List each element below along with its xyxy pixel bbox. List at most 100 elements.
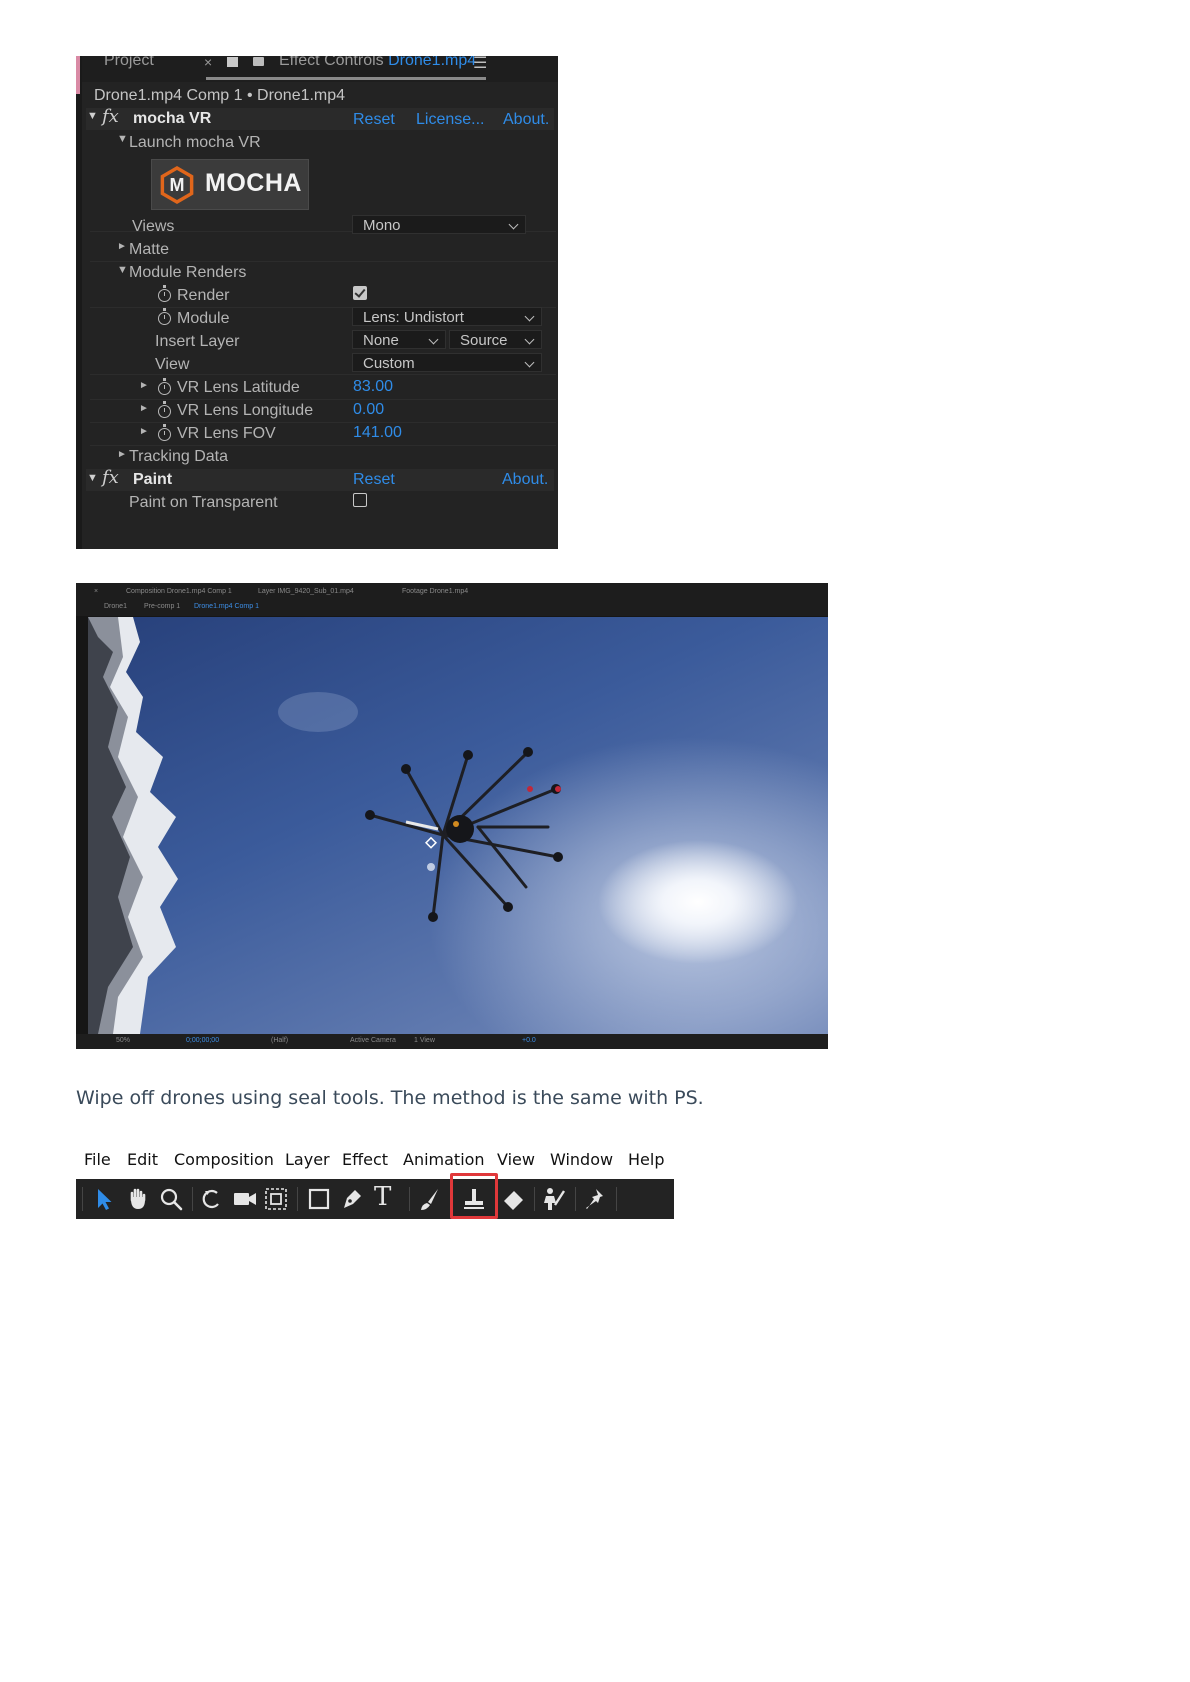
zoom-dropdown[interactable]: 50% <box>116 1037 130 1044</box>
module-label: Module <box>177 310 230 327</box>
panel-edge-marker <box>76 56 80 94</box>
camera-dropdown[interactable]: Active Camera <box>350 1037 396 1044</box>
stopwatch-icon[interactable] <box>158 401 171 418</box>
paint-reset-button[interactable]: Reset <box>353 471 395 489</box>
tab-effect-controls-layer: Drone1.mp4 <box>388 56 477 69</box>
view-label: View <box>155 356 190 373</box>
rotate-icon[interactable] <box>198 1185 226 1213</box>
vr-lens-fov-value[interactable]: 141.00 <box>353 424 402 442</box>
stopwatch-icon[interactable] <box>158 424 171 441</box>
render-label: Render <box>177 287 230 304</box>
clone-stamp-highlight <box>450 1173 498 1219</box>
brush-icon[interactable] <box>416 1185 444 1213</box>
vr-lens-latitude-label: VR Lens Latitude <box>177 379 300 396</box>
tab-composition[interactable]: Composition Drone1.mp4 Comp 1 <box>126 588 232 595</box>
views-dropdown[interactable]: Mono <box>352 215 526 234</box>
menu-composition[interactable]: Composition <box>174 1150 274 1169</box>
insert-layer-dropdown[interactable]: None <box>352 330 446 349</box>
eraser-icon[interactable] <box>500 1185 528 1213</box>
menu-edit[interactable]: Edit <box>127 1150 158 1169</box>
resolution-dropdown[interactable]: (Half) <box>271 1037 288 1044</box>
views-layout-dropdown[interactable]: 1 View <box>414 1037 435 1044</box>
mocha-logo-letter: M <box>169 175 185 195</box>
camera-icon[interactable] <box>231 1185 259 1213</box>
vr-lens-latitude-value[interactable]: 83.00 <box>353 378 393 396</box>
breadcrumb-precomp[interactable]: Pre-comp 1 <box>144 603 180 610</box>
menu-window[interactable]: Window <box>550 1150 613 1169</box>
effect-name-paint: Paint <box>133 471 173 488</box>
rectangle-icon[interactable] <box>305 1185 333 1213</box>
chevron-down-icon <box>524 357 535 368</box>
render-checkbox[interactable] <box>353 286 367 300</box>
vr-lens-longitude-label: VR Lens Longitude <box>177 402 314 419</box>
drone-footage-image <box>88 617 828 1034</box>
lock-icon[interactable] <box>227 57 238 67</box>
menu-view[interactable]: View <box>497 1150 535 1169</box>
module-dropdown[interactable]: Lens: Undistort <box>352 307 542 326</box>
launch-mocha-button[interactable]: M MOCHA <box>151 159 309 210</box>
breadcrumb-drone1[interactable]: Drone1 <box>104 603 127 610</box>
menu-file[interactable]: File <box>84 1150 111 1169</box>
module-renders-label: Module Renders <box>129 264 247 281</box>
chevron-down-icon <box>524 334 535 345</box>
close-icon[interactable]: × <box>94 588 98 595</box>
expand-triangle-icon[interactable]: ► <box>117 449 127 460</box>
views-label: Views <box>132 218 175 235</box>
fx-icon[interactable]: fx <box>102 467 119 488</box>
fx-icon[interactable]: fx <box>102 106 119 127</box>
view-dropdown[interactable]: Custom <box>352 353 542 372</box>
composition-frame[interactable] <box>88 617 828 1034</box>
tab-footage[interactable]: Footage Drone1.mp4 <box>402 588 468 595</box>
menu-animation[interactable]: Animation <box>403 1150 485 1169</box>
insert-layer-label: Insert Layer <box>155 333 240 350</box>
hand-icon[interactable] <box>124 1185 152 1213</box>
collapse-triangle-icon[interactable]: ▼ <box>87 472 98 484</box>
menu-layer[interactable]: Layer <box>285 1150 330 1169</box>
expand-triangle-icon[interactable]: ► <box>117 241 127 252</box>
tools-toolbar: T <box>76 1173 674 1219</box>
about-button[interactable]: About. <box>503 111 549 129</box>
menu-help[interactable]: Help <box>628 1150 664 1169</box>
expand-triangle-icon[interactable]: ► <box>139 426 149 437</box>
breadcrumb-comp[interactable]: Drone1.mp4 Comp 1 <box>194 603 259 610</box>
composition-viewer: × Composition Drone1.mp4 Comp 1 Layer IM… <box>76 583 828 1049</box>
tab-effect-controls[interactable]: Effect Controls Drone1.mp4 <box>279 56 476 70</box>
roto-brush-icon[interactable] <box>540 1185 568 1213</box>
zoom-icon[interactable] <box>157 1185 185 1213</box>
collapse-triangle-icon[interactable]: ▼ <box>117 264 128 276</box>
tab-layer[interactable]: Layer IMG_9420_Sub_01.mp4 <box>258 588 354 595</box>
exposure-value[interactable]: +0.0 <box>522 1037 536 1044</box>
collapse-triangle-icon[interactable]: ▼ <box>87 110 98 122</box>
caption-text: Wipe off drones using seal tools. The me… <box>76 1087 704 1109</box>
reset-button[interactable]: Reset <box>353 111 395 129</box>
close-icon[interactable]: × <box>204 56 212 70</box>
matte-label: Matte <box>129 241 170 258</box>
insert-layer-source-dropdown[interactable]: Source <box>449 330 542 349</box>
insert-layer-source-value: Source <box>460 332 508 349</box>
stopwatch-icon[interactable] <box>158 378 171 395</box>
paint-on-transparent-checkbox[interactable] <box>353 493 367 507</box>
stopwatch-icon[interactable] <box>158 285 171 302</box>
camera-icon <box>253 57 264 66</box>
chevron-down-icon <box>508 219 519 230</box>
paint-about-button[interactable]: About. <box>502 471 548 489</box>
effect-name-mocha-vr: mocha VR <box>133 110 212 127</box>
tab-project[interactable]: Project <box>104 56 154 70</box>
expand-triangle-icon[interactable]: ► <box>139 380 149 391</box>
vr-lens-longitude-value[interactable]: 0.00 <box>353 401 384 419</box>
collapse-triangle-icon[interactable]: ▼ <box>117 133 128 145</box>
puppet-pin-icon[interactable] <box>582 1185 610 1213</box>
menu-effect[interactable]: Effect <box>342 1150 388 1169</box>
expand-triangle-icon[interactable]: ► <box>139 403 149 414</box>
pan-behind-icon[interactable] <box>262 1185 290 1213</box>
mocha-logo-text: MOCHA <box>205 169 302 197</box>
pen-icon[interactable] <box>338 1185 366 1213</box>
license-button[interactable]: License... <box>416 111 484 129</box>
view-dropdown-value: Custom <box>363 355 415 372</box>
timecode[interactable]: 0;00;00;00 <box>186 1037 219 1044</box>
stopwatch-icon[interactable] <box>158 308 171 325</box>
panel-menu-icon[interactable]: ☰ <box>473 56 487 73</box>
tab-effect-controls-label: Effect Controls <box>279 56 384 69</box>
selection-icon[interactable] <box>90 1185 118 1213</box>
type-icon[interactable]: T <box>374 1183 402 1211</box>
